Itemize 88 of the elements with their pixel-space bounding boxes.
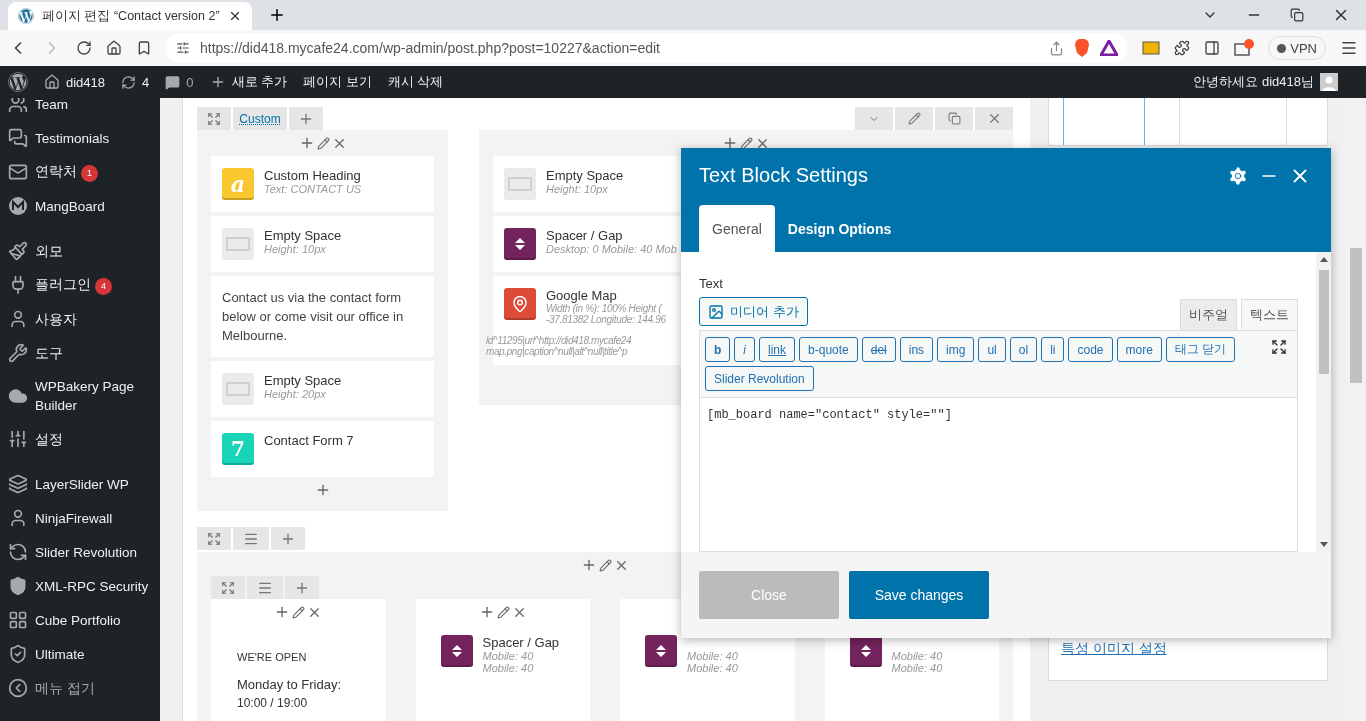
tab-title: 페이지 편집 “Contact version 2”	[42, 7, 220, 25]
quicktag-button[interactable]: b-quote	[799, 337, 858, 362]
hours-days: Monday to Friday:	[237, 677, 360, 692]
form-icon: 7	[222, 433, 254, 465]
heading-icon: a	[222, 168, 254, 200]
element-title: Empty Space	[546, 168, 624, 183]
element-title: Spacer / Gap	[482, 635, 560, 650]
add-media-button[interactable]: 미디어 추가	[699, 297, 808, 326]
element-title: Spacer / Gap	[546, 228, 624, 243]
element-detail: Mobile: 40	[687, 662, 738, 674]
sidebar-item[interactable]: WPBakery Page Builder	[0, 370, 160, 422]
element-title: Google Map	[546, 288, 618, 303]
address-bar[interactable]: https://did418.mycafe24.com/wp-admin/post.php?post=10227&action=edit	[166, 33, 1129, 63]
quicktag-button[interactable]: link	[759, 337, 796, 362]
element-detail: Desktop: 0 Mobile: 40 Mob	[546, 243, 677, 255]
element-card[interactable]: 7 Contact Form 7	[211, 421, 434, 477]
sidebar-item[interactable]: XML-RPC Security	[0, 569, 160, 603]
site-link[interactable]: did418	[44, 74, 106, 90]
text-block-card[interactable]: Contact us via the contact form below or come visit our office in Melbourne.	[211, 276, 434, 357]
sidebar-item[interactable]: 연락처 1	[0, 155, 160, 189]
comments-link[interactable]: 0	[165, 74, 194, 90]
dialog-tab[interactable]: General	[699, 205, 775, 252]
hours-time: 10:00 / 19:00	[237, 696, 309, 710]
element-title: Contact Form 7	[264, 433, 354, 448]
text-block-text: Contact us via the contact form below or come visit our office in Melbourne.	[222, 289, 405, 345]
quicktag-button[interactable]: img	[937, 337, 975, 362]
sidebar-item[interactable]: Team	[0, 98, 160, 121]
quicktag-button[interactable]: Slider Revolution	[705, 366, 814, 391]
browser-tab[interactable]: 페이지 편집 “Contact version 2”	[8, 2, 252, 30]
quicktag-button[interactable]: del	[861, 337, 896, 362]
element-detail: map.png|caption^null|alt^null|title^p	[486, 346, 628, 357]
element-detail: Mobile: 40	[482, 650, 535, 662]
element-detail: Width (in %): 100% Height (	[546, 303, 663, 314]
element-detail: Height: 10px	[264, 243, 327, 255]
element-detail: Height: 10px	[546, 183, 609, 195]
view-page-link[interactable]: 페이지 보기	[303, 73, 372, 91]
account-link[interactable]: 안녕하세요 did418님	[1193, 73, 1338, 91]
sidebar-item[interactable]: 사용자	[0, 302, 160, 336]
sidebar-item[interactable]: Cube Portfolio	[0, 603, 160, 637]
sidebar-item[interactable]: Testimonials	[0, 121, 160, 155]
sidebar-item[interactable]: NinjaFirewall	[0, 501, 160, 535]
quicktag-button[interactable]: ul	[978, 337, 1006, 362]
sidebar-item[interactable]: 도구	[0, 336, 160, 370]
layout-tab[interactable]: Custom	[233, 107, 287, 130]
element-card[interactable]: a Custom Heading Text: CONTACT US	[211, 156, 434, 212]
editor-tab[interactable]: 비주얼	[1180, 299, 1237, 330]
sidebar-item[interactable]: 외모	[0, 234, 160, 268]
count-badge: 1	[81, 165, 98, 182]
element-title: Custom Heading	[264, 168, 362, 183]
clear-cache-link[interactable]: 캐시 삭제	[387, 73, 444, 91]
quicktag-button[interactable]: more	[1116, 337, 1162, 362]
quicktag-button[interactable]: ol	[1009, 337, 1038, 362]
element-card[interactable]: Empty Space Height: 10px	[211, 216, 434, 272]
count-badge: 4	[95, 278, 112, 295]
dialog-tab[interactable]: Design Options	[774, 205, 905, 252]
dialog-title: Text Block Settings	[699, 164, 869, 187]
quicktag-button[interactable]: i	[734, 337, 755, 362]
field-label: Text	[699, 276, 724, 291]
quicktag-button[interactable]: code	[1068, 337, 1113, 362]
quicktag-button[interactable]: ins	[899, 337, 934, 362]
element-detail: Mobile: 40	[891, 650, 943, 662]
element-detail: Text: CONTACT US	[264, 183, 362, 195]
vpn-button[interactable]: VPN	[1268, 36, 1326, 60]
element-detail: -37.81382 Longitude: 144.96	[546, 314, 666, 325]
sidebar-item[interactable]: 메뉴 접기	[0, 671, 160, 705]
element-detail: Mobile: 40	[482, 662, 535, 674]
editor-tab[interactable]: 텍스트	[1241, 299, 1298, 330]
sidebar-item[interactable]: LayerSlider WP	[0, 467, 160, 501]
sidebar-item[interactable]: 설정	[0, 422, 160, 456]
element-detail: Mobile: 40	[687, 650, 738, 662]
quicktag-button[interactable]: b	[705, 337, 731, 362]
sidebar-item[interactable]: Slider Revolution	[0, 535, 160, 569]
element-title: Empty Space	[264, 373, 342, 388]
save-button[interactable]: Save changes	[849, 571, 989, 619]
element-detail: id^11295|url^http://did418.mycafe24	[486, 335, 632, 346]
quicktag-button[interactable]: li	[1041, 337, 1065, 362]
new-link[interactable]: 새로 추가	[209, 73, 288, 91]
element-title: Empty Space	[264, 228, 342, 243]
quicktag-button[interactable]: 태그 닫기	[1165, 337, 1236, 362]
sidebar-item[interactable]: 플러그인 4	[0, 268, 160, 302]
hours-heading: WE'RE OPEN	[237, 651, 308, 663]
featured-image-link[interactable]: 특성 이미지 설정	[1061, 640, 1167, 656]
element-detail: Mobile: 40	[891, 662, 943, 674]
sidebar-item[interactable]: MangBoard	[0, 189, 160, 223]
sidebar-item[interactable]: Ultimate	[0, 637, 160, 671]
updates-link[interactable]: 4	[121, 74, 150, 90]
element-detail: Height: 20px	[264, 388, 327, 400]
element-card[interactable]: Empty Space Height: 20px	[211, 361, 434, 417]
